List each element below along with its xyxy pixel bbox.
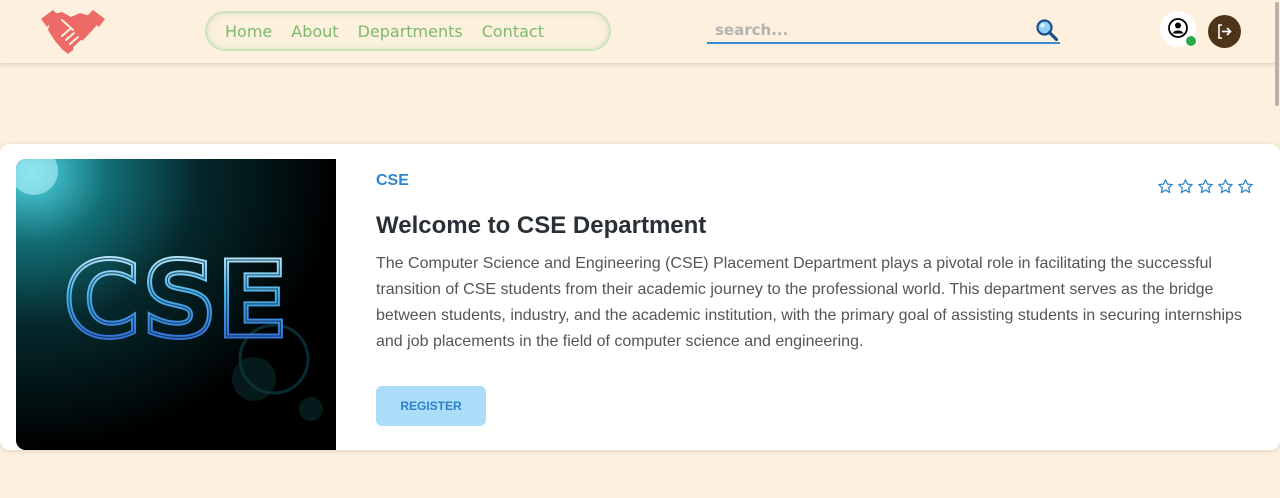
nav-link-about[interactable]: About: [291, 22, 338, 41]
star-icon[interactable]: [1197, 178, 1214, 195]
nav-link-home[interactable]: Home: [225, 22, 272, 41]
handshake-logo-icon[interactable]: [40, 6, 106, 56]
online-status-dot: [1185, 35, 1197, 47]
logout-icon: [1218, 24, 1232, 39]
search-input[interactable]: [715, 20, 1025, 40]
nav-link-contact[interactable]: Contact: [482, 22, 544, 41]
logout-button[interactable]: [1208, 15, 1241, 48]
department-card: CSE CSE CSE Welcome to CSE Department Th…: [0, 144, 1280, 450]
star-icon[interactable]: [1217, 178, 1234, 195]
search-icon[interactable]: [1035, 18, 1059, 42]
rating-stars: [1157, 178, 1254, 195]
register-button[interactable]: REGISTER: [376, 386, 486, 426]
department-description: The Computer Science and Engineering (CS…: [376, 255, 1242, 350]
department-tag: CSE: [376, 172, 409, 189]
star-icon[interactable]: [1157, 178, 1174, 195]
star-icon[interactable]: [1177, 178, 1194, 195]
page-title: Welcome to CSE Department: [376, 212, 707, 239]
navbar: Home About Departments Contact: [0, 0, 1280, 63]
nav-link-departments[interactable]: Departments: [358, 22, 463, 41]
star-icon[interactable]: [1237, 178, 1254, 195]
page-scrollbar[interactable]: [1275, 2, 1279, 106]
cse-image-text-outline: CSE: [64, 239, 288, 361]
cse-banner-image: CSE CSE: [16, 159, 336, 450]
search-bar: [707, 18, 1060, 44]
main-nav: Home About Departments Contact: [205, 11, 611, 51]
